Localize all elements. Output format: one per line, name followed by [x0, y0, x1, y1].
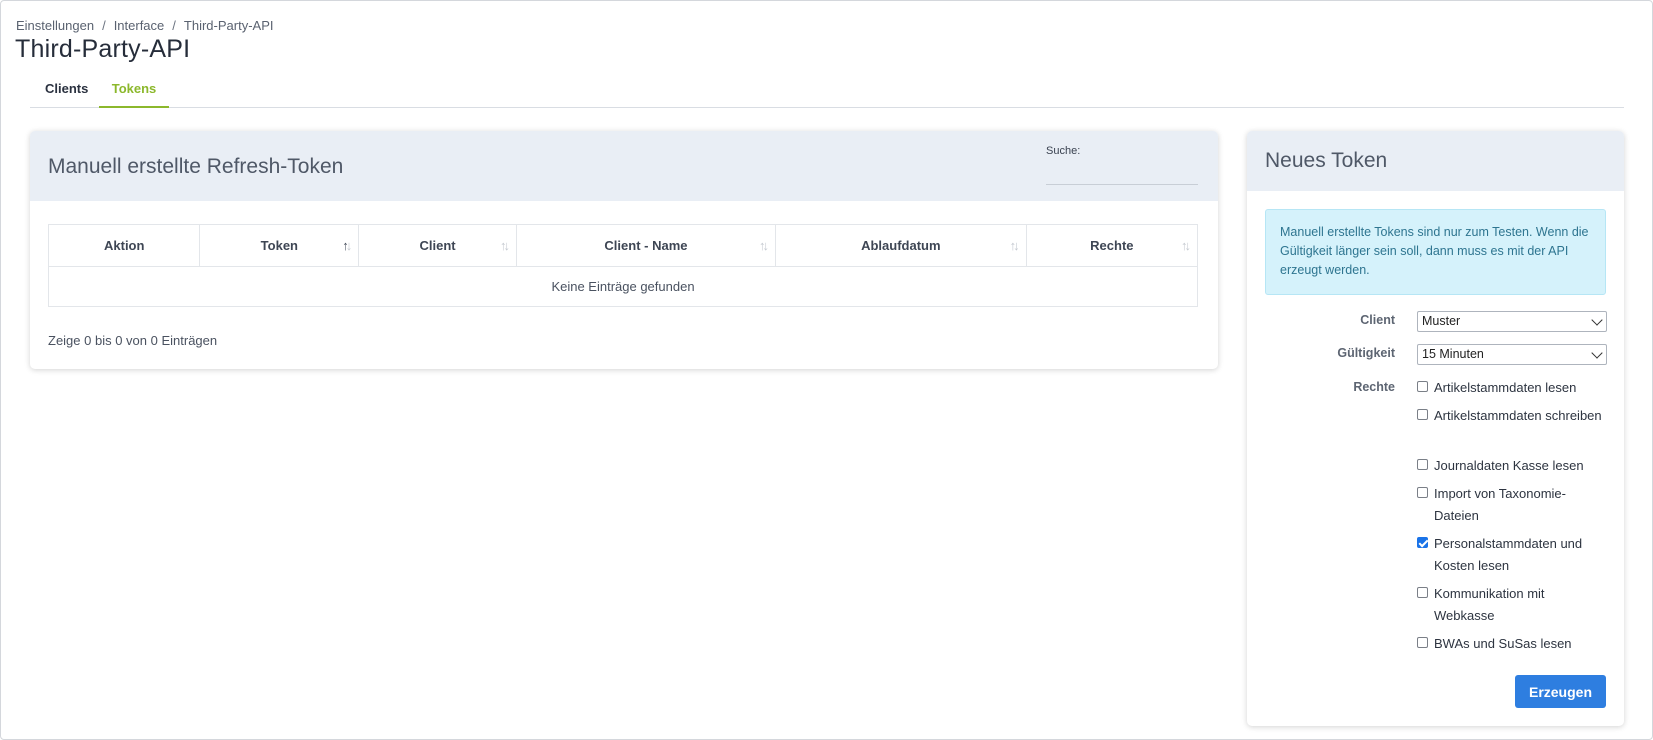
column-header-client[interactable]: Client ↑↓: [358, 224, 517, 267]
search-input[interactable]: [1046, 163, 1198, 185]
tokens-list-header: Manuell erstellte Refresh-Token Suche:: [30, 131, 1218, 201]
validity-select[interactable]: 15 Minuten: [1417, 344, 1607, 365]
column-header-aktion[interactable]: Aktion: [47, 224, 201, 267]
right-option-artikelstammdaten-schreiben: Artikelstammdaten schreiben: [1417, 405, 1607, 427]
sort-icon: ↑↓: [1181, 238, 1191, 253]
page-title: Third-Party-API: [15, 35, 191, 63]
checkbox[interactable]: [1417, 459, 1428, 470]
right-option-kommunikation-webkasse: Kommunikation mit Webkasse: [1417, 583, 1607, 627]
column-label: Rechte: [1090, 238, 1134, 253]
table-header-row: Aktion Token ↑↓ Client ↑↓ Client - Name ↑↓ …: [47, 224, 1199, 267]
breadcrumb-current: Third-Party-API: [183, 18, 274, 33]
validity-select-value: 15 Minuten: [1422, 347, 1484, 361]
right-option-import-taxonomie: Import von Taxonomie-Dateien: [1417, 483, 1607, 527]
right-option-personalstammdaten: Personalstammdaten und Kosten lesen: [1417, 533, 1607, 577]
checkbox-label[interactable]: Artikelstammdaten lesen: [1417, 377, 1607, 399]
tab-tokens[interactable]: Tokens: [99, 75, 169, 108]
checkbox[interactable]: [1417, 637, 1428, 648]
checkbox-label[interactable]: Personalstammdaten und Kosten lesen: [1417, 533, 1607, 577]
tokens-list-card: Manuell erstellte Refresh-Token Suche: A…: [30, 131, 1218, 369]
empty-table-message: Keine Einträge gefunden: [48, 266, 1198, 307]
breadcrumb-separator: /: [172, 18, 176, 33]
breadcrumb-interface[interactable]: Interface: [114, 18, 165, 33]
right-option-bwas-susas: BWAs und SuSas lesen: [1417, 633, 1607, 655]
erzeugen-button[interactable]: Erzeugen: [1515, 675, 1606, 708]
tab-bar: Clients Tokens: [30, 75, 1624, 108]
checkbox-label[interactable]: Artikelstammdaten schreiben: [1417, 405, 1607, 427]
new-token-card: Neues Token Manuell erstellte Tokens sin…: [1247, 131, 1624, 726]
tokens-list-title: Manuell erstellte Refresh-Token: [48, 155, 344, 178]
page-frame: Einstellungen / Interface / Third-Party-API …: [0, 0, 1653, 740]
column-header-client-name[interactable]: Client - Name ↑↓: [515, 224, 776, 267]
checkbox-label[interactable]: BWAs und SuSas lesen: [1417, 633, 1607, 655]
right-option-journaldaten-kasse-lesen: Journaldaten Kasse lesen: [1417, 455, 1607, 477]
rights-label: Rechte: [1353, 380, 1395, 394]
column-label: Ablaufdatum: [861, 238, 941, 253]
new-token-title: Neues Token: [1265, 149, 1388, 172]
table-row: Keine Einträge gefunden: [48, 266, 1198, 307]
sort-icon: ↑↓: [1009, 238, 1020, 253]
checkbox[interactable]: [1417, 381, 1428, 392]
table-info: Zeige 0 bis 0 von 0 Einträgen: [48, 333, 218, 348]
sort-icon: ↑↓: [758, 238, 769, 253]
checkbox[interactable]: [1417, 409, 1428, 420]
tab-clients[interactable]: Clients: [45, 75, 88, 108]
column-header-token[interactable]: Token ↑↓: [199, 224, 360, 267]
search-label: Suche:: [1046, 145, 1081, 157]
column-label: Token: [260, 238, 298, 253]
column-label: Client - Name: [604, 238, 688, 253]
validity-label: Gültigkeit: [1337, 346, 1395, 360]
column-header-rechte[interactable]: Rechte ↑↓: [1025, 224, 1199, 267]
new-token-header: Neues Token: [1247, 131, 1624, 191]
checkbox[interactable]: [1417, 487, 1428, 498]
checkbox-label[interactable]: Kommunikation mit Webkasse: [1417, 583, 1607, 627]
breadcrumb-separator: /: [102, 18, 106, 33]
chevron-down-icon: [1591, 314, 1603, 326]
tokens-table: Aktion Token ↑↓ Client ↑↓ Client - Name ↑↓ …: [47, 224, 1199, 307]
breadcrumb-einstellungen[interactable]: Einstellungen: [16, 18, 94, 33]
client-select-value: Muster: [1422, 314, 1461, 328]
column-header-ablaufdatum[interactable]: Ablaufdatum ↑↓: [774, 224, 1027, 267]
right-option-artikelstammdaten-lesen: Artikelstammdaten lesen: [1417, 377, 1607, 399]
chevron-down-icon: [1591, 347, 1603, 359]
checkbox-checked[interactable]: [1417, 537, 1428, 548]
sort-icon: ↑↓: [499, 238, 510, 253]
breadcrumb: Einstellungen / Interface / Third-Party-API: [16, 18, 273, 33]
checkbox-label[interactable]: Import von Taxonomie-Dateien: [1417, 483, 1607, 527]
sort-asc-icon: ↑↓: [342, 238, 352, 253]
client-select[interactable]: Muster: [1417, 311, 1607, 332]
column-label: Aktion: [104, 238, 145, 253]
checkbox[interactable]: [1417, 587, 1428, 598]
checkbox-label[interactable]: Journaldaten Kasse lesen: [1417, 455, 1607, 477]
info-alert: Manuell erstellte Tokens sind nur zum Te…: [1265, 209, 1606, 295]
client-label: Client: [1360, 313, 1395, 327]
column-label: Client: [419, 238, 456, 253]
